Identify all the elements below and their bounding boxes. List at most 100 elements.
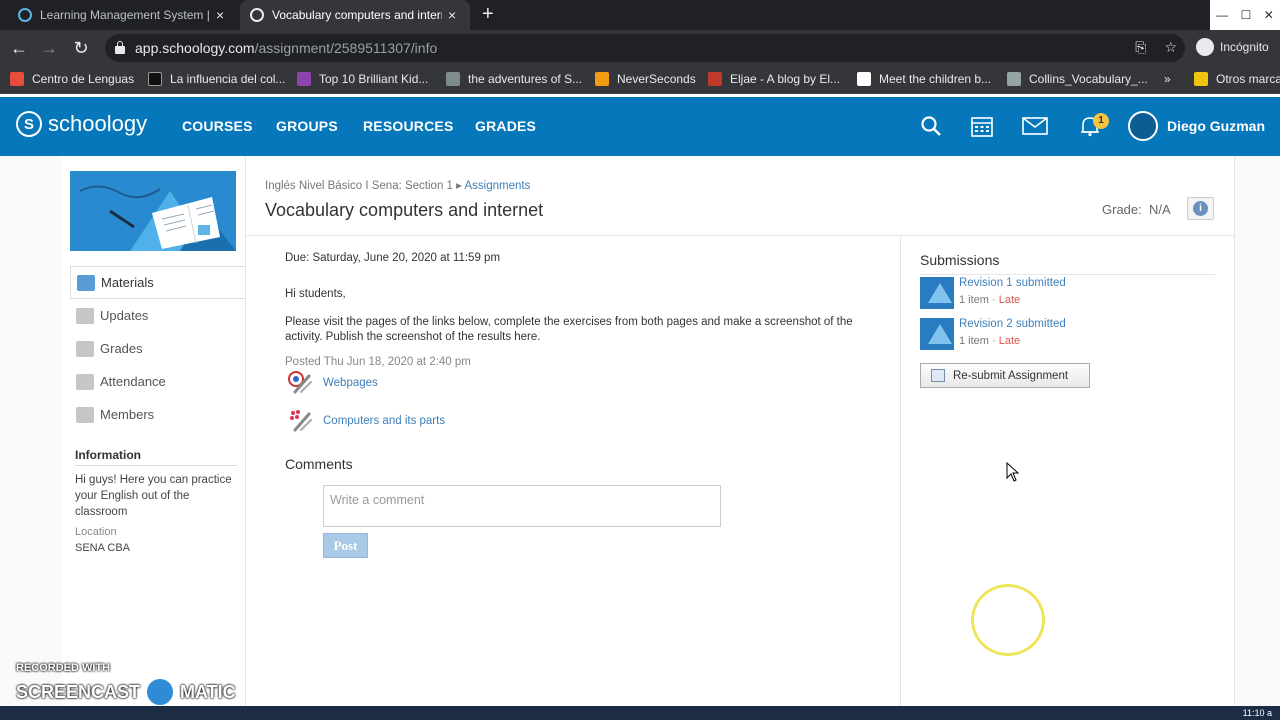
sidebar-item-grades[interactable]: Grades [70, 332, 246, 365]
attendance-icon [76, 373, 94, 390]
bookmark-favicon-icon [857, 72, 871, 86]
bookmark-label: La influencia del col... [170, 72, 286, 86]
grade-label: Grade: [1102, 202, 1142, 217]
watermark-brand-suffix: MATIC [180, 681, 236, 702]
bookmark-item[interactable]: Collins_Vocabulary_... [1007, 72, 1148, 86]
grades-icon [76, 340, 94, 357]
information-heading: Information [75, 448, 237, 466]
address-bar[interactable]: app.schoology.com/assignment/2589511307/… [105, 34, 1185, 62]
information-text: Hi guys! Here you can practice your Engl… [75, 474, 232, 518]
bookmark-folder[interactable]: Otros marca [1194, 72, 1280, 86]
bookmark-item[interactable]: Top 10 Brilliant Kid... [297, 72, 428, 86]
link-label: Computers and its parts [323, 415, 446, 427]
nav-resources[interactable]: RESOURCES [363, 118, 453, 134]
comment-input[interactable]: Write a comment [323, 485, 721, 527]
schoology-header: Sschoology COURSES GROUPS RESOURCES GRAD… [0, 97, 1280, 156]
window-controls[interactable]: — ☐ ✕ [1210, 0, 1280, 30]
bookmark-item[interactable]: La influencia del col... [148, 72, 285, 86]
bookmark-item[interactable]: Meet the children b... [857, 72, 991, 86]
url-host: app.schoology.com [135, 40, 255, 56]
materials-icon [77, 274, 95, 291]
header-divider [246, 235, 1234, 236]
sidebar-item-members[interactable]: Members [70, 398, 246, 431]
screencast-watermark: RECORDED WITH SCREENCAST MATIC [16, 662, 236, 708]
browser-tab-assignment[interactable]: Vocabulary computers and interr × [240, 0, 470, 30]
bookmark-item[interactable]: NeverSeconds [595, 72, 696, 86]
close-tab-icon[interactable]: × [216, 7, 224, 23]
new-tab-button[interactable]: + [482, 4, 494, 24]
schoology-logo-icon: S [16, 111, 42, 137]
location-label: Location [75, 526, 117, 538]
breadcrumb-course[interactable]: Inglés Nivel Básico I Sena: Section 1 [265, 180, 453, 192]
bookmark-label: Meet the children b... [879, 72, 992, 86]
search-icon[interactable] [920, 115, 944, 137]
grade-info-button[interactable]: i [1187, 197, 1214, 220]
bookmark-item[interactable]: Centro de Lenguas [10, 72, 134, 86]
translate-icon[interactable]: ⎘ [1135, 39, 1146, 56]
browser-tab-bar: Learning Management System | I × Vocabul… [0, 0, 1280, 30]
browser-tab-lms[interactable]: Learning Management System | I × [8, 0, 240, 30]
right-gutter [1234, 156, 1280, 706]
submissions-heading: Submissions [920, 252, 1215, 275]
edit-icon [931, 369, 945, 382]
sidebar-item-updates[interactable]: Updates [70, 299, 246, 332]
nav-grades[interactable]: GRADES [475, 118, 536, 134]
bookmark-favicon-icon [595, 72, 609, 86]
bookmark-label: » [1164, 72, 1171, 86]
link-computers-and-its-parts[interactable]: Computers and its parts [287, 408, 445, 434]
notification-badge: 1 [1093, 113, 1109, 129]
os-taskbar [0, 706, 1280, 720]
bookmark-item[interactable]: Eljae - A blog by El... [708, 72, 840, 86]
user-menu[interactable]: Diego Guzman [1128, 111, 1265, 141]
link-icon [290, 410, 312, 432]
left-gutter [0, 156, 62, 706]
url-path: /assignment/2589511307/info [254, 40, 438, 56]
submission-revision-2[interactable]: Revision 2 submitted 1 item · Late [920, 318, 1066, 350]
bookmark-star-icon[interactable]: ☆ [1164, 39, 1177, 56]
info-icon: i [1193, 201, 1208, 216]
sidebar-item-materials[interactable]: Materials [70, 266, 246, 299]
bookmark-label: Eljae - A blog by El... [730, 72, 841, 86]
bookmark-favicon-icon [446, 72, 460, 86]
nav-groups[interactable]: GROUPS [276, 118, 338, 134]
more-bookmarks-button[interactable]: » [1164, 72, 1171, 86]
sidebar-item-label: Grades [100, 341, 143, 356]
user-name: Diego Guzman [1167, 118, 1266, 134]
browser-toolbar: ← → ↻ app.schoology.com/assignment/25895… [0, 30, 1280, 66]
posted-date: Posted Thu Jun 18, 2020 at 2:40 pm [285, 356, 471, 368]
link-webpages[interactable]: Webpages [287, 370, 378, 396]
sidebar-item-attendance[interactable]: Attendance [70, 365, 246, 398]
nav-courses[interactable]: COURSES [182, 118, 253, 134]
forward-icon[interactable]: → [38, 37, 60, 59]
location-value: SENA CBA [75, 542, 131, 554]
schoology-favicon-icon [18, 8, 32, 22]
reload-icon[interactable]: ↻ [70, 37, 92, 59]
post-comment-button[interactable]: Post [323, 533, 368, 558]
comments-heading: Comments [285, 456, 353, 472]
updates-icon [76, 307, 94, 324]
late-status: Late [998, 335, 1021, 347]
mouse-cursor-icon [1006, 462, 1020, 482]
mail-icon[interactable] [1022, 115, 1048, 137]
back-icon[interactable]: ← [8, 37, 30, 59]
close-tab-icon[interactable]: × [448, 7, 456, 23]
bookmark-item[interactable]: the adventures of S... [446, 72, 582, 86]
schoology-logo[interactable]: Sschoology [16, 111, 147, 137]
breadcrumb-assignments[interactable]: Assignments [464, 180, 530, 192]
bookmark-label: Collins_Vocabulary_... [1029, 72, 1148, 86]
submission-revision-1[interactable]: Revision 1 submitted 1 item · Late [920, 277, 1066, 309]
calendar-icon[interactable] [970, 115, 994, 137]
bookmark-favicon-icon [297, 72, 311, 86]
revision-title[interactable]: Revision 1 submitted [959, 277, 1066, 289]
sidebar-item-label: Materials [101, 275, 154, 290]
submissions-divider [900, 236, 901, 706]
incognito-indicator[interactable]: Incógnito [1196, 38, 1269, 56]
watermark-brand: SCREENCAST [16, 681, 141, 702]
folder-icon [1194, 72, 1208, 86]
avatar [1128, 111, 1158, 141]
resubmit-assignment-button[interactable]: Re-submit Assignment [920, 363, 1090, 388]
sidebar-item-label: Members [100, 407, 155, 422]
screencast-logo-icon [144, 676, 177, 708]
lock-icon [115, 41, 125, 54]
revision-title[interactable]: Revision 2 submitted [959, 318, 1066, 330]
